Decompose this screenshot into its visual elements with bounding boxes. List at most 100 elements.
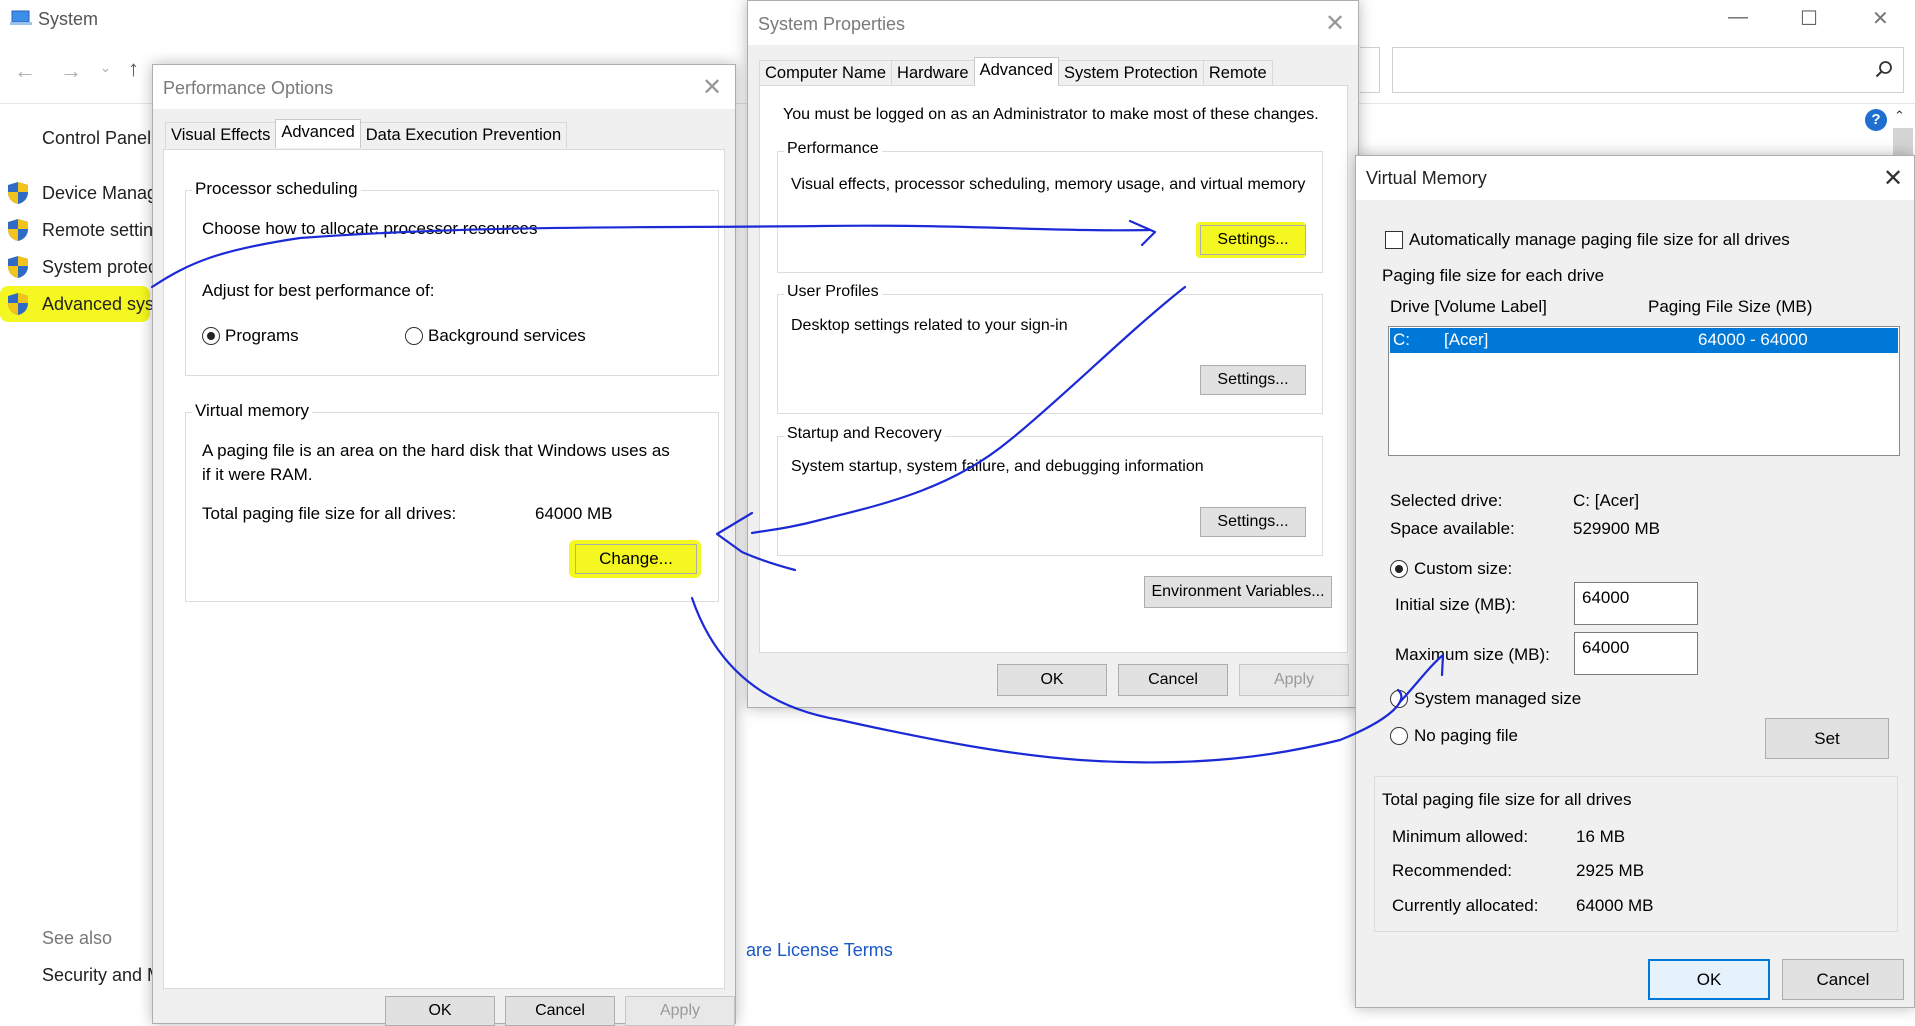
minimize-button[interactable]: — — [1728, 6, 1748, 29]
radio-system-managed[interactable] — [1390, 690, 1408, 708]
tab-remote[interactable]: Remote — [1202, 60, 1273, 86]
radio-programs[interactable] — [202, 327, 220, 345]
search-icon — [1875, 60, 1893, 83]
sidebar-item-advanced-system-settings[interactable]: Advanced sys — [42, 294, 154, 315]
radio-background-label[interactable]: Background services — [428, 326, 586, 346]
initial-size-label: Initial size (MB): — [1395, 595, 1516, 614]
close-button[interactable]: ✕ — [1872, 6, 1889, 31]
startup-recovery-group: Startup and Recovery System startup, sys… — [777, 425, 1323, 556]
tab-visual-effects[interactable]: Visual Effects — [165, 122, 277, 148]
radio-system-managed-label[interactable]: System managed size — [1414, 689, 1581, 709]
change-button[interactable]: Change... — [575, 544, 697, 574]
col-size-header: Paging File Size (MB) — [1648, 297, 1813, 316]
radio-custom-size-label[interactable]: Custom size: — [1414, 559, 1512, 579]
startup-recovery-settings-button[interactable]: Settings... — [1200, 507, 1306, 537]
control-panel-link[interactable]: Control Panel — [42, 128, 151, 149]
adjust-label: Adjust for best performance of: — [202, 281, 435, 300]
drive-list[interactable]: C: [Acer] 64000 - 64000 — [1388, 326, 1900, 456]
up-arrow-icon[interactable]: ↑ — [128, 56, 139, 82]
recommended-value: 2925 MB — [1576, 861, 1645, 880]
space-available-label: Space available: — [1390, 519, 1515, 538]
close-icon[interactable]: ✕ — [697, 73, 727, 103]
auto-manage-checkbox[interactable] — [1385, 231, 1403, 249]
sidebar-item-system-protection[interactable]: System protec — [42, 257, 157, 278]
virtual-memory-group: Virtual memory A paging file is an area … — [185, 401, 719, 602]
apply-button[interactable]: Apply — [625, 996, 735, 1026]
cancel-button[interactable]: Cancel — [1782, 959, 1904, 1000]
vm-desc-line2: if it were RAM. — [202, 465, 313, 484]
total-paging-label: Total paging file size for all drives — [1382, 790, 1636, 810]
recent-chevron-icon[interactable]: ⌄ — [100, 60, 111, 76]
radio-background-services[interactable] — [405, 327, 423, 345]
radio-programs-label[interactable]: Programs — [225, 326, 299, 346]
system-properties-dialog: System Properties ✕ Computer Name Hardwa… — [747, 0, 1359, 708]
virtual-memory-label: Virtual memory — [192, 401, 312, 421]
maximize-button[interactable]: ☐ — [1800, 6, 1818, 31]
security-maintenance-link[interactable]: Security and M — [42, 965, 162, 986]
radio-no-paging-file[interactable] — [1390, 727, 1408, 745]
back-arrow-icon[interactable]: ← — [14, 58, 36, 84]
maximum-size-input[interactable]: 64000 — [1574, 632, 1698, 675]
drive-volume-label: [Acer] — [1444, 330, 1489, 349]
user-profiles-settings-button[interactable]: Settings... — [1200, 365, 1306, 395]
startup-recovery-desc: System startup, system failure, and debu… — [791, 458, 1204, 475]
shield-icon — [7, 292, 29, 316]
close-icon[interactable]: ✕ — [1878, 164, 1908, 194]
cancel-button[interactable]: Cancel — [505, 996, 615, 1026]
tab-computer-name[interactable]: Computer Name — [759, 60, 893, 86]
table-row[interactable]: C: [Acer] 64000 - 64000 — [1390, 328, 1898, 353]
vm-total-value: 64000 MB — [535, 504, 613, 523]
auto-manage-label[interactable]: Automatically manage paging file size fo… — [1409, 230, 1790, 250]
tab-hardware[interactable]: Hardware — [891, 60, 975, 86]
dialog-title: Performance Options — [163, 78, 334, 98]
license-terms-link[interactable]: are License Terms — [746, 940, 893, 961]
sidebar-item-remote-settings[interactable]: Remote settin — [42, 220, 153, 241]
cancel-button[interactable]: Cancel — [1118, 664, 1228, 696]
sidebar-item-device-manager[interactable]: Device Manag — [42, 183, 157, 204]
admin-note: You must be logged on as an Administrato… — [783, 106, 1319, 123]
advanced-tab-panel: Processor scheduling Choose how to alloc… — [163, 149, 725, 989]
scroll-up-icon[interactable]: ⌃ — [1894, 108, 1905, 124]
user-profiles-group: User Profiles Desktop settings related t… — [777, 283, 1323, 414]
apply-button[interactable]: Apply — [1239, 664, 1349, 696]
drive-paging-size: 64000 - 64000 — [1698, 330, 1808, 349]
processor-desc: Choose how to allocate processor resourc… — [202, 219, 538, 238]
performance-label: Performance — [784, 140, 882, 158]
scrollbar-track[interactable] — [1893, 128, 1913, 158]
selected-drive-label: Selected drive: — [1390, 491, 1503, 510]
shield-icon — [7, 181, 29, 205]
address-bar-refresh[interactable] — [1360, 47, 1380, 93]
performance-options-titlebar: Performance Options ✕ — [153, 65, 735, 109]
ok-button[interactable]: OK — [385, 996, 495, 1026]
tab-data-execution-prevention[interactable]: Data Execution Prevention — [359, 122, 568, 148]
user-profiles-desc: Desktop settings related to your sign-in — [791, 317, 1068, 334]
system-properties-tabs: Computer Name Hardware Advanced System P… — [759, 57, 1273, 86]
set-button[interactable]: Set — [1765, 718, 1889, 759]
environment-variables-button[interactable]: Environment Variables... — [1144, 576, 1332, 608]
help-icon[interactable]: ? — [1865, 109, 1887, 131]
tab-system-protection[interactable]: System Protection — [1057, 60, 1204, 86]
drive-letter: C: — [1393, 330, 1410, 349]
radio-no-paging-file-label[interactable]: No paging file — [1414, 726, 1518, 746]
space-available-value: 529900 MB — [1573, 519, 1660, 538]
system-window-title: System — [38, 9, 99, 29]
tab-advanced[interactable]: Advanced — [973, 57, 1059, 86]
virtual-memory-titlebar: Virtual Memory ✕ — [1356, 156, 1914, 200]
close-icon[interactable]: ✕ — [1320, 9, 1350, 39]
performance-settings-button[interactable]: Settings... — [1200, 225, 1306, 255]
virtual-memory-dialog: Virtual Memory ✕ Automatically manage pa… — [1355, 155, 1915, 1008]
tab-advanced[interactable]: Advanced — [275, 119, 361, 148]
initial-size-input[interactable]: 64000 — [1574, 582, 1698, 625]
search-box[interactable] — [1392, 47, 1904, 93]
performance-options-dialog: Performance Options ✕ Visual Effects Adv… — [152, 64, 736, 1026]
recommended-label: Recommended: — [1392, 861, 1513, 880]
ok-button[interactable]: OK — [997, 664, 1107, 696]
ok-button[interactable]: OK — [1648, 959, 1770, 1000]
vm-desc-line1: A paging file is an area on the hard dis… — [202, 441, 670, 460]
dialog-title: Virtual Memory — [1366, 168, 1487, 188]
performance-tabs: Visual Effects Advanced Data Execution P… — [165, 119, 568, 148]
forward-arrow-icon[interactable]: → — [60, 58, 82, 84]
currently-allocated-value: 64000 MB — [1576, 896, 1654, 915]
processor-scheduling-label: Processor scheduling — [192, 179, 361, 199]
radio-custom-size[interactable] — [1390, 560, 1408, 578]
